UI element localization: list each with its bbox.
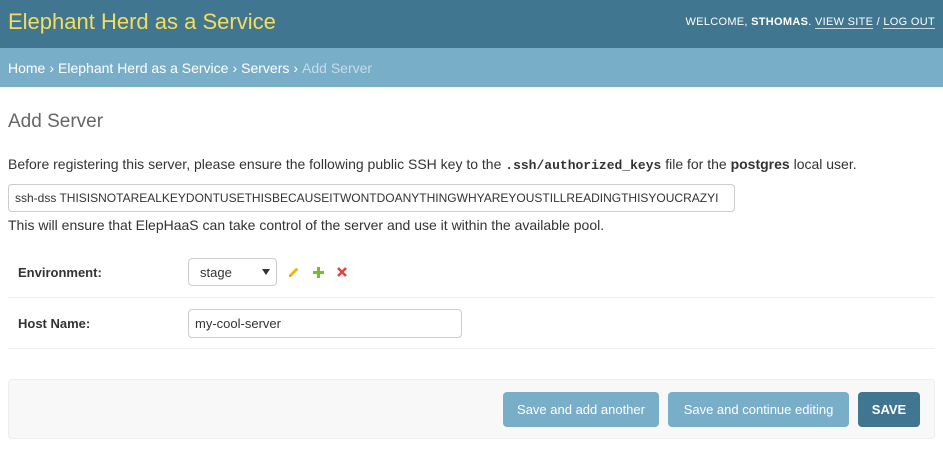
breadcrumb-current: Add Server [302,59,373,76]
plus-icon[interactable] [311,265,325,279]
breadcrumb-separator: › [49,59,55,76]
environment-select[interactable]: stage [188,258,277,286]
intro-middle: file for the [661,156,731,172]
site-title[interactable]: Elephant Herd as a Service [8,9,276,35]
host-name-row: Host Name: my-cool-server [8,298,935,349]
pool-note: This will ensure that ElepHaaS can take … [8,217,605,233]
intro-text: Before registering this server, please e… [8,154,935,176]
breadcrumb-home[interactable]: Home [8,60,45,76]
breadcrumb-model[interactable]: Servers [241,60,289,76]
chevron-down-icon [262,269,270,275]
save-and-continue-button[interactable]: Save and continue editing [668,391,849,427]
submit-row: Save and add another Save and continue e… [8,379,935,439]
main-content: Add Server Before registering this serve… [0,111,943,439]
host-name-label: Host Name: [18,315,91,331]
environment-label: Environment: [18,264,102,280]
breadcrumb-separator: › [232,59,238,76]
x-icon[interactable] [335,265,349,279]
view-site-link[interactable]: VIEW SITE [814,16,874,29]
page-title: Add Server [8,111,104,132]
breadcrumb-app[interactable]: Elephant Herd as a Service [58,60,228,76]
breadcrumb: Home › Elephant Herd as a Service › Serv… [0,48,943,87]
save-and-add-another-button[interactable]: Save and add another [503,391,659,427]
log-out-link[interactable]: LOG OUT [883,16,935,29]
ssh-key-field[interactable]: ssh-dss THISISNOTAREALKEYDONTUSETHISBECA… [8,184,735,212]
pencil-icon[interactable] [287,265,301,279]
intro-before: Before registering this server, please e… [8,156,506,172]
related-widget-actions [287,265,359,279]
breadcrumb-separator: › [293,59,299,76]
header: Elephant Herd as a Service WELCOME, STHO… [0,0,943,48]
environment-row: Environment: stage [8,247,935,298]
authorized-keys-path: .ssh/authorized_keys [505,158,662,173]
environment-selected-value: stage [200,264,232,280]
username: STHOMAS [751,16,809,28]
postgres-user: postgres [730,156,790,172]
save-button[interactable]: SAVE [858,391,920,427]
intro-after: local user. [789,156,857,172]
welcome-text: WELCOME, [685,16,748,28]
host-name-input[interactable]: my-cool-server [188,308,462,338]
user-tools-separator: / [876,16,881,28]
user-tools: WELCOME, STHOMAS. VIEW SITE / LOG OUT [685,16,935,29]
